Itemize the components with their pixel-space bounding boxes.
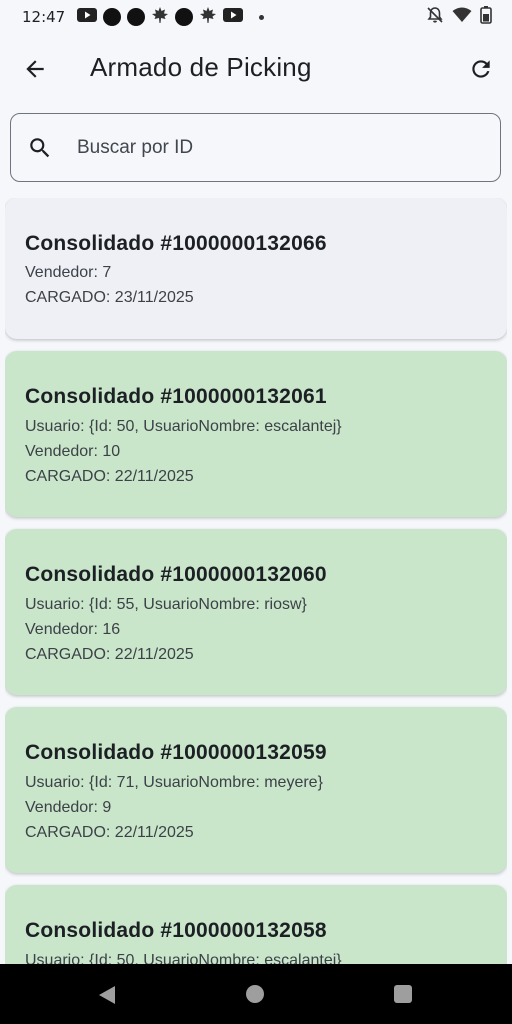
system-nav-bar bbox=[0, 964, 512, 1024]
consolidado-card[interactable]: Consolidado #1000000132059 Usuario: {Id:… bbox=[5, 707, 507, 873]
card-title: Consolidado #1000000132060 bbox=[25, 563, 327, 586]
nav-back-icon[interactable] bbox=[96, 984, 118, 1006]
app-dot-icon bbox=[175, 8, 194, 26]
card-usuario: Usuario: {Id: 55, UsuarioNombre: riosw} bbox=[25, 596, 307, 613]
app-dot-icon bbox=[103, 8, 122, 26]
page-title: Armado de Picking bbox=[90, 52, 312, 82]
consolidado-card[interactable]: Consolidado #1000000132058 Usuario: {Id:… bbox=[5, 885, 507, 964]
refresh-button[interactable] bbox=[466, 54, 496, 84]
card-cargado: CARGADO: 22/11/2025 bbox=[25, 646, 194, 663]
refresh-icon bbox=[472, 60, 490, 78]
battery-icon bbox=[480, 5, 492, 29]
card-vendedor: Vendedor: 7 bbox=[25, 264, 112, 281]
bell-off-icon bbox=[426, 6, 444, 29]
card-usuario: Usuario: {Id: 50, UsuarioNombre: escalan… bbox=[25, 418, 342, 435]
card-title: Consolidado #1000000132061 bbox=[25, 385, 327, 408]
card-usuario: Usuario: {Id: 71, UsuarioNombre: meyere} bbox=[25, 774, 323, 791]
card-title: Consolidado #1000000132059 bbox=[25, 741, 327, 764]
nav-home-icon[interactable] bbox=[246, 985, 264, 1003]
card-title: Consolidado #1000000132066 bbox=[25, 232, 327, 255]
system-icons bbox=[426, 5, 492, 29]
status-bar: 12:47 bbox=[0, 0, 512, 34]
consolidado-list: Consolidado #1000000132066 Vendedor: 7 C… bbox=[5, 198, 507, 964]
card-vendedor: Vendedor: 16 bbox=[25, 621, 121, 638]
card-title: Consolidado #1000000132058 bbox=[25, 919, 327, 942]
card-vendedor: Vendedor: 10 bbox=[25, 443, 121, 460]
consolidado-card[interactable]: Consolidado #1000000132061 Usuario: {Id:… bbox=[5, 351, 507, 517]
back-button[interactable] bbox=[20, 54, 50, 84]
app-dot-icon bbox=[127, 8, 146, 26]
app-bar: Armado de Picking bbox=[0, 34, 512, 102]
more-notifications-icon bbox=[259, 14, 265, 20]
card-cargado: CARGADO: 22/11/2025 bbox=[25, 824, 194, 841]
youtube-icon bbox=[77, 7, 98, 28]
search-field[interactable] bbox=[10, 113, 501, 182]
consolidado-card[interactable]: Consolidado #1000000132060 Usuario: {Id:… bbox=[5, 529, 507, 695]
consolidado-card[interactable]: Consolidado #1000000132066 Vendedor: 7 C… bbox=[5, 198, 507, 339]
arrow-back-icon bbox=[26, 60, 44, 78]
card-cargado: CARGADO: 23/11/2025 bbox=[25, 289, 194, 306]
status-time: 12:47 bbox=[22, 8, 66, 26]
notification-icons bbox=[77, 6, 265, 29]
card-cargado: CARGADO: 22/11/2025 bbox=[25, 468, 194, 485]
search-icon bbox=[27, 135, 53, 161]
maple-leaf-icon bbox=[151, 6, 169, 29]
search-input[interactable] bbox=[75, 135, 459, 160]
youtube-icon bbox=[223, 7, 244, 28]
card-vendedor: Vendedor: 9 bbox=[25, 799, 112, 816]
wifi-icon bbox=[452, 7, 472, 28]
maple-leaf-icon bbox=[199, 6, 217, 29]
nav-recents-icon[interactable] bbox=[394, 985, 412, 1003]
card-usuario: Usuario: {Id: 50, UsuarioNombre: escalan… bbox=[25, 952, 342, 964]
